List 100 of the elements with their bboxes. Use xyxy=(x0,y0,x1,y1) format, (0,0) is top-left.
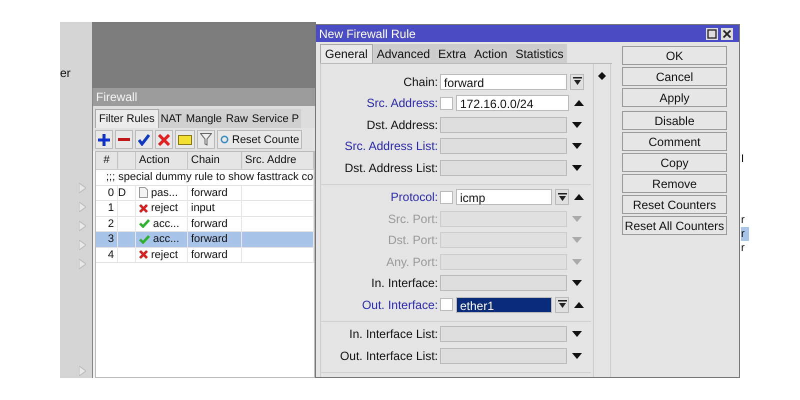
dialog-button[interactable]: Disable xyxy=(622,111,727,130)
dialog-button[interactable]: Reset All Counters xyxy=(622,216,727,235)
collapse-arrow-icon[interactable] xyxy=(574,302,584,308)
tab[interactable]: Statistics xyxy=(511,44,568,63)
table-cell: input xyxy=(188,201,242,216)
field-label[interactable]: Protocol: xyxy=(321,190,440,204)
tab[interactable]: NAT xyxy=(158,109,184,128)
tab[interactable]: Advanced xyxy=(372,44,434,63)
table-cell: 3 xyxy=(96,232,118,246)
dialog-button[interactable]: Reset Counters xyxy=(622,195,727,214)
table-cell: 0 xyxy=(96,186,118,200)
check-icon xyxy=(138,134,150,146)
table-row[interactable]: 1 reject input xyxy=(96,201,314,216)
comment-button[interactable] xyxy=(175,130,195,149)
tab[interactable]: Raw xyxy=(224,109,250,128)
dropdown-button[interactable] xyxy=(570,74,584,90)
dialog-button[interactable]: OK xyxy=(622,46,727,65)
table-cell: forward xyxy=(188,186,242,200)
disable-button[interactable] xyxy=(155,130,173,149)
field-label[interactable]: Src. Address List: xyxy=(321,139,440,154)
input-field[interactable]: icmp xyxy=(456,189,552,206)
tab[interactable]: Mangle xyxy=(184,109,224,128)
scrollbar[interactable] xyxy=(593,64,611,377)
dialog-button[interactable]: Remove xyxy=(622,174,727,193)
window-title: Firewall xyxy=(93,88,315,106)
expand-arrow-icon[interactable] xyxy=(572,280,582,286)
add-button[interactable] xyxy=(95,130,113,149)
funnel-icon xyxy=(200,133,212,146)
table-cell: r xyxy=(741,227,749,241)
scroll-up-icon[interactable] xyxy=(598,72,606,80)
tab[interactable]: General xyxy=(320,44,373,63)
expand-arrow-icon[interactable] xyxy=(572,143,582,150)
table-cell: acc... xyxy=(153,216,180,231)
table-row[interactable]: 4 reject forward xyxy=(96,248,314,263)
column-header[interactable]: Chain xyxy=(188,152,242,169)
column-header[interactable]: Src. Addre xyxy=(242,152,314,169)
checkbox[interactable] xyxy=(440,96,453,110)
dialog-button[interactable]: Cancel xyxy=(622,67,727,86)
input-field[interactable]: 172.16.0.0/24 xyxy=(456,95,569,112)
tab[interactable]: Extra xyxy=(434,44,470,63)
ring-icon xyxy=(220,135,229,144)
table-row[interactable]: 3 acc... forward xyxy=(96,232,314,248)
dialog-button[interactable]: Apply xyxy=(622,88,727,107)
reset-counters-button[interactable]: Reset Counte xyxy=(217,130,302,149)
field-label: Src. Port: xyxy=(386,212,439,226)
minus-icon xyxy=(118,138,130,141)
input-field[interactable]: ether1 xyxy=(456,296,552,313)
maximize-icon[interactable] xyxy=(706,28,718,40)
column-header[interactable]: # xyxy=(96,152,118,169)
close-icon[interactable] xyxy=(721,28,733,40)
expand-arrow-icon[interactable] xyxy=(572,164,582,171)
dropdown-button[interactable] xyxy=(555,189,569,206)
x-icon xyxy=(158,134,170,146)
table-cell: forward xyxy=(188,248,242,262)
expand-arrow-icon[interactable] xyxy=(572,352,582,359)
collapse-arrow-icon[interactable] xyxy=(574,100,584,106)
input-field[interactable]: forward xyxy=(440,74,567,90)
column-header[interactable]: Action xyxy=(136,152,188,169)
tab[interactable]: Action xyxy=(470,44,512,63)
checkbox[interactable] xyxy=(440,190,453,204)
tab[interactable]: Filter Rules xyxy=(95,109,159,128)
input-field[interactable] xyxy=(440,138,567,154)
field-label: Dst. Port: xyxy=(386,233,439,248)
collapse-arrow-icon[interactable] xyxy=(574,194,584,200)
remove-button[interactable] xyxy=(115,130,133,149)
table-row[interactable]: 0 D pas... forward xyxy=(96,186,314,201)
expand-arrow-icon[interactable] xyxy=(572,122,582,128)
input-field[interactable] xyxy=(440,116,567,133)
checkbox[interactable] xyxy=(440,298,453,312)
input-field[interactable] xyxy=(440,275,567,292)
rule-comment: ;;; special dummy rule to show fasttrack co xyxy=(106,170,314,184)
table-cell-text: I xyxy=(741,152,746,166)
table-cell: reject xyxy=(151,248,178,262)
table-cell: pas... xyxy=(151,186,178,200)
dropdown-button[interactable] xyxy=(555,296,569,313)
dialog-button[interactable]: Comment xyxy=(622,132,727,151)
field-label[interactable]: Out. Interface: xyxy=(321,298,440,312)
field-label: In. Interface: xyxy=(370,276,439,290)
table-cell: D xyxy=(118,186,126,198)
field-label: Dst. Address List: xyxy=(344,160,439,175)
menu-item[interactable]: er xyxy=(60,66,71,80)
table-cell: 2 xyxy=(96,216,118,231)
filter-button[interactable] xyxy=(197,130,215,149)
table-cell-text: r xyxy=(741,241,746,255)
field-label: Dst. Address: xyxy=(366,118,439,132)
expand-arrow-icon[interactable] xyxy=(572,331,582,338)
dropdown-icon xyxy=(572,77,582,86)
table-cell: forward xyxy=(188,216,242,231)
input-field[interactable] xyxy=(440,160,567,176)
dialog-button[interactable]: Copy xyxy=(622,153,727,172)
table-cell: 4 xyxy=(96,248,118,262)
note-icon xyxy=(178,134,192,144)
input-field[interactable] xyxy=(440,348,567,364)
field-label: Chain: xyxy=(402,74,439,89)
field-label: In. Interface List: xyxy=(348,327,439,342)
input-field[interactable] xyxy=(440,326,567,342)
field-label[interactable]: Src. Address: xyxy=(321,96,440,110)
tab[interactable]: Service P xyxy=(250,109,301,128)
dropdown-icon xyxy=(558,192,566,202)
enable-button[interactable] xyxy=(135,130,153,149)
